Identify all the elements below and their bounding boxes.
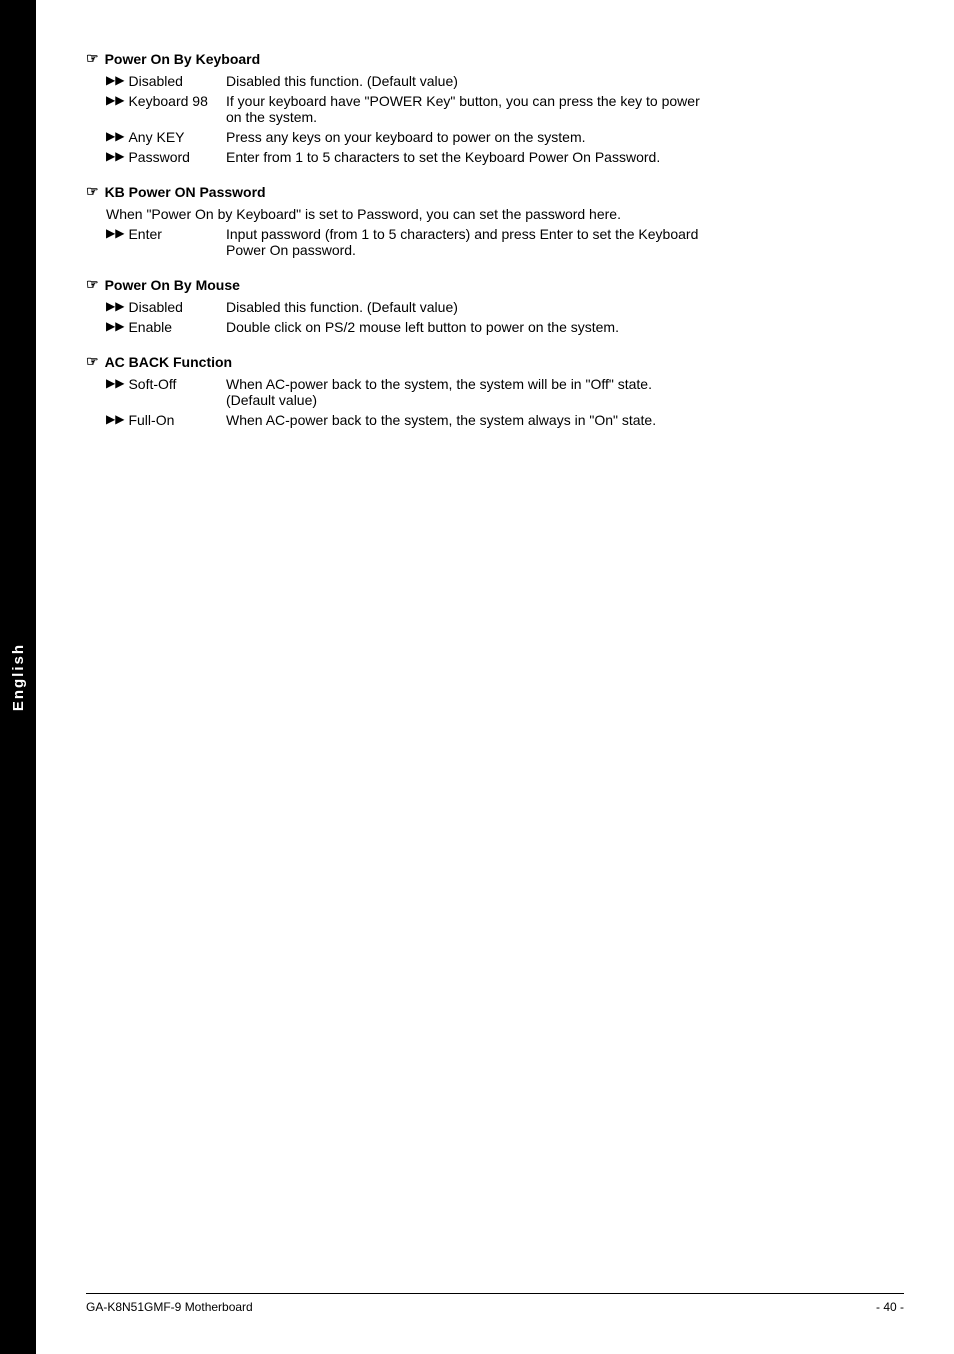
option-row-password-1: ▶▶ Password Enter from 1 to 5 characters…	[86, 149, 904, 165]
option-key-anykey: ▶▶ Any KEY	[106, 129, 226, 145]
option-desc-keyboard98-line1: If your keyboard have "POWER Key" button…	[226, 93, 904, 109]
option-row-enter: ▶▶ Enter Input password (from 1 to 5 cha…	[86, 226, 904, 258]
section-heading-1: Power On By Keyboard	[105, 51, 261, 67]
option-row-disabled-mouse: ▶▶ Disabled Disabled this function. (Def…	[86, 299, 904, 315]
option-key-password-1: ▶▶ Password	[106, 149, 226, 165]
option-desc-anykey: Press any keys on your keyboard to power…	[226, 129, 904, 145]
cursor-icon-1: ☞	[86, 50, 99, 67]
section-ac-back-function: ☞ AC BACK Function ▶▶ Soft-Off When AC-p…	[86, 353, 904, 428]
arrow-icon: ▶▶	[106, 299, 124, 313]
option-name-full-on: Full-On	[128, 412, 174, 428]
option-name-keyboard98: Keyboard 98	[128, 93, 207, 109]
option-key-disabled-1: ▶▶ Disabled	[106, 73, 226, 89]
section-power-on-by-keyboard: ☞ Power On By Keyboard ▶▶ Disabled Disab…	[86, 50, 904, 165]
sidebar: English	[0, 0, 36, 1354]
cursor-icon-4: ☞	[86, 353, 99, 370]
option-desc-enter: Input password (from 1 to 5 characters) …	[226, 226, 904, 258]
cursor-icon-2: ☞	[86, 183, 99, 200]
option-desc-enable: Double click on PS/2 mouse left button t…	[226, 319, 904, 335]
arrow-icon: ▶▶	[106, 412, 124, 426]
option-name-soft-off: Soft-Off	[128, 376, 176, 392]
footer: GA-K8N51GMF-9 Motherboard - 40 -	[86, 1293, 904, 1314]
section-title-power-on-by-keyboard: ☞ Power On By Keyboard	[86, 50, 904, 67]
option-name-enter: Enter	[128, 226, 161, 242]
footer-right: - 40 -	[876, 1300, 904, 1314]
option-desc-soft-off-line2: (Default value)	[226, 392, 904, 408]
option-row-enable: ▶▶ Enable Double click on PS/2 mouse lef…	[86, 319, 904, 335]
arrow-icon: ▶▶	[106, 319, 124, 333]
arrow-icon: ▶▶	[106, 129, 124, 143]
option-name-password-1: Password	[128, 149, 189, 165]
section-kb-power-on-password: ☞ KB Power ON Password When "Power On by…	[86, 183, 904, 258]
sidebar-label: English	[10, 643, 27, 711]
option-key-enable: ▶▶ Enable	[106, 319, 226, 335]
kb-power-intro: When "Power On by Keyboard" is set to Pa…	[86, 206, 904, 222]
option-desc-keyboard98-line2: on the system.	[226, 109, 904, 125]
page-container: English ☞ Power On By Keyboard ▶▶ Disabl…	[0, 0, 954, 1354]
main-content: ☞ Power On By Keyboard ▶▶ Disabled Disab…	[36, 0, 954, 1354]
section-heading-2: KB Power ON Password	[105, 184, 266, 200]
option-key-enter: ▶▶ Enter	[106, 226, 226, 258]
option-name-disabled-1: Disabled	[128, 73, 182, 89]
option-row-soft-off: ▶▶ Soft-Off When AC-power back to the sy…	[86, 376, 904, 408]
option-desc-disabled-mouse: Disabled this function. (Default value)	[226, 299, 904, 315]
section-power-on-by-mouse: ☞ Power On By Mouse ▶▶ Disabled Disabled…	[86, 276, 904, 335]
section-title-kb-power-on-password: ☞ KB Power ON Password	[86, 183, 904, 200]
option-name-disabled-mouse: Disabled	[128, 299, 182, 315]
option-name-anykey: Any KEY	[128, 129, 184, 145]
arrow-icon: ▶▶	[106, 149, 124, 163]
option-row-anykey: ▶▶ Any KEY Press any keys on your keyboa…	[86, 129, 904, 145]
section-heading-3: Power On By Mouse	[105, 277, 240, 293]
option-desc-disabled-1: Disabled this function. (Default value)	[226, 73, 904, 89]
arrow-icon: ▶▶	[106, 93, 124, 107]
option-desc-full-on: When AC-power back to the system, the sy…	[226, 412, 904, 428]
option-row-disabled-1: ▶▶ Disabled Disabled this function. (Def…	[86, 73, 904, 89]
option-desc-keyboard98: If your keyboard have "POWER Key" button…	[226, 93, 904, 125]
section-title-power-on-by-mouse: ☞ Power On By Mouse	[86, 276, 904, 293]
option-desc-soft-off: When AC-power back to the system, the sy…	[226, 376, 904, 408]
section-title-ac-back-function: ☞ AC BACK Function	[86, 353, 904, 370]
option-row-keyboard98: ▶▶ Keyboard 98 If your keyboard have "PO…	[86, 93, 904, 125]
arrow-icon: ▶▶	[106, 376, 124, 390]
option-desc-password-1: Enter from 1 to 5 characters to set the …	[226, 149, 904, 165]
option-key-soft-off: ▶▶ Soft-Off	[106, 376, 226, 408]
arrow-icon: ▶▶	[106, 73, 124, 87]
option-name-enable: Enable	[128, 319, 172, 335]
option-desc-enter-line1: Input password (from 1 to 5 characters) …	[226, 226, 904, 242]
option-desc-enter-line2: Power On password.	[226, 242, 904, 258]
option-key-full-on: ▶▶ Full-On	[106, 412, 226, 428]
option-key-disabled-mouse: ▶▶ Disabled	[106, 299, 226, 315]
option-row-full-on: ▶▶ Full-On When AC-power back to the sys…	[86, 412, 904, 428]
section-heading-4: AC BACK Function	[105, 354, 233, 370]
cursor-icon-3: ☞	[86, 276, 99, 293]
footer-left: GA-K8N51GMF-9 Motherboard	[86, 1300, 253, 1314]
arrow-icon: ▶▶	[106, 226, 124, 240]
option-desc-soft-off-line1: When AC-power back to the system, the sy…	[226, 376, 904, 392]
option-key-keyboard98: ▶▶ Keyboard 98	[106, 93, 226, 125]
content-body: ☞ Power On By Keyboard ▶▶ Disabled Disab…	[86, 50, 904, 1293]
